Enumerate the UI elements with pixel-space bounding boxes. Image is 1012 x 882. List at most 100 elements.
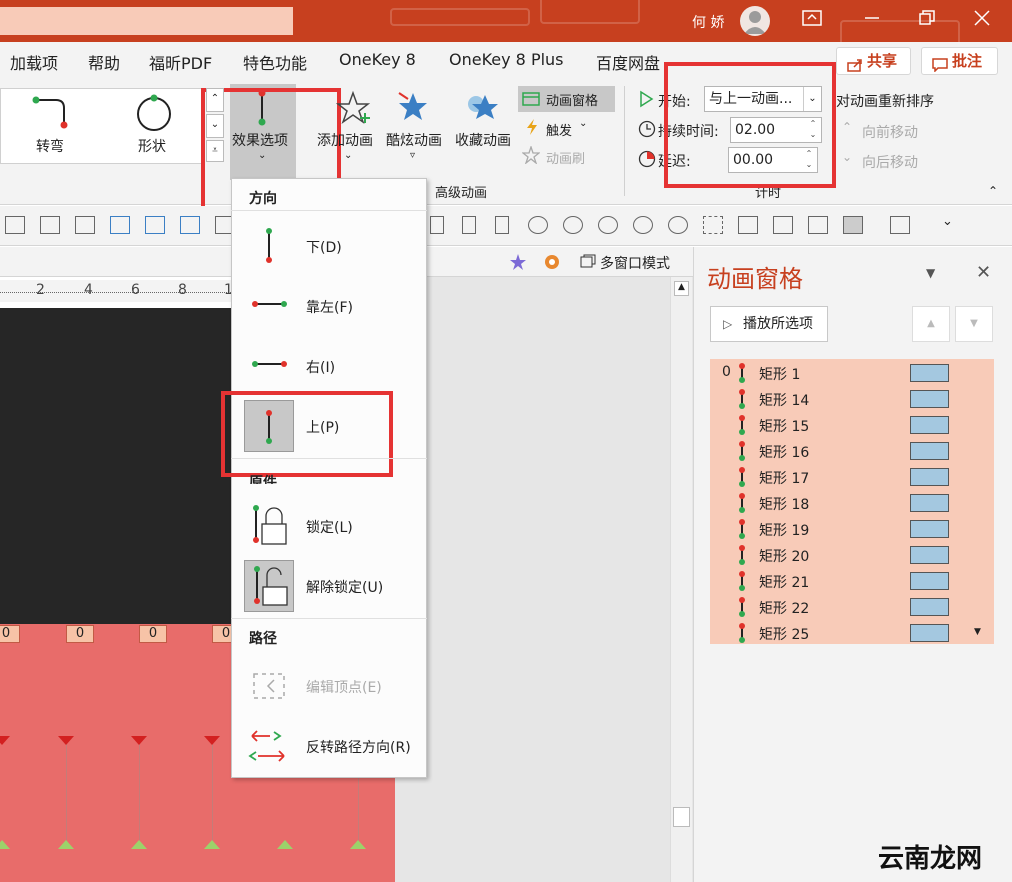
motion-tag[interactable]: 0 — [0, 625, 20, 643]
timeline-bar[interactable] — [910, 624, 949, 642]
crop-icon[interactable] — [703, 216, 723, 234]
direction-left-item[interactable]: 靠左(F) — [306, 297, 353, 317]
list-item[interactable]: 矩形 22 — [710, 594, 994, 620]
list-item[interactable]: 矩形 20 — [710, 542, 994, 568]
title-search-box[interactable] — [0, 7, 293, 35]
unlock-item[interactable]: 解除锁定(U) — [306, 577, 383, 597]
list-item[interactable]: 矩形 19 — [710, 516, 994, 542]
magic-icon[interactable] — [508, 252, 530, 272]
lock-item[interactable]: 锁定(L) — [306, 517, 353, 537]
timeline-bar[interactable] — [910, 442, 949, 460]
path-turn-icon[interactable] — [30, 94, 70, 138]
ribbon-display-icon[interactable] — [800, 10, 824, 32]
pane-close-icon[interactable]: ✕ — [976, 262, 991, 283]
lock-icon — [244, 500, 294, 552]
menu-baidu-disk[interactable]: 百度网盘 — [596, 50, 660, 74]
menu-addins[interactable]: 加载项 — [10, 50, 58, 74]
animation-list[interactable]: 0 矩形 1 矩形 14 矩形 15 矩形 16 矩形 17 矩形 18 矩形 1… — [710, 359, 994, 644]
group-icon[interactable] — [808, 216, 828, 234]
reverse-path-item[interactable]: 反转路径方向(R) — [306, 737, 411, 757]
fav-animation-icon[interactable] — [466, 90, 500, 128]
menu-onekey8-plus[interactable]: OneKey 8 Plus — [449, 50, 564, 69]
align-icon[interactable] — [40, 216, 60, 234]
timeline-bar[interactable] — [910, 494, 949, 512]
timeline-bar[interactable] — [910, 546, 949, 564]
list-item[interactable]: 矩形 21 — [710, 568, 994, 594]
group-icon[interactable] — [773, 216, 793, 234]
path-header: 路径 — [249, 631, 277, 647]
settings-icon[interactable] — [542, 252, 564, 272]
item-label: 矩形 22 — [759, 601, 810, 617]
move-later-button[interactable]: 向后移动 — [862, 152, 918, 172]
textbox-icon[interactable] — [145, 216, 165, 234]
avatar[interactable] — [740, 6, 770, 36]
list-item[interactable]: 矩形 25 — [710, 620, 994, 646]
distribute-icon[interactable] — [495, 216, 509, 234]
timeline-bar[interactable] — [910, 572, 949, 590]
scroll-up-icon[interactable]: ▲ — [674, 281, 689, 296]
item-label: 矩形 15 — [759, 419, 810, 435]
motion-tag[interactable]: 0 — [139, 625, 167, 643]
comment-button[interactable]: 批注 — [921, 47, 998, 75]
list-dropdown-icon[interactable]: ▼ — [974, 627, 981, 637]
merge-icon[interactable] — [598, 216, 618, 234]
motion-path-icon — [739, 597, 745, 617]
motion-tag[interactable]: 0 — [66, 625, 94, 643]
list-item[interactable]: 矩形 18 — [710, 490, 994, 516]
move-up-icon[interactable]: ▲ — [912, 306, 950, 342]
merge-icon[interactable] — [633, 216, 653, 234]
list-item[interactable]: 矩形 15 — [710, 412, 994, 438]
pane-menu-icon[interactable]: ▼ — [926, 266, 935, 280]
menu-help[interactable]: 帮助 — [88, 50, 120, 74]
anim-brush-icon — [521, 144, 541, 168]
resize-icon[interactable] — [738, 216, 758, 234]
timeline-bar[interactable] — [910, 598, 949, 616]
timeline-bar[interactable] — [910, 468, 949, 486]
textbox-icon[interactable] — [110, 216, 130, 234]
cool-animation-icon[interactable] — [396, 90, 430, 128]
shape-icon[interactable] — [180, 216, 200, 234]
align-icon[interactable] — [75, 216, 95, 234]
timeline-bar[interactable] — [910, 416, 949, 434]
list-item[interactable]: 矩形 14 — [710, 386, 994, 412]
direction-right-item[interactable]: 右(I) — [306, 357, 335, 377]
edit-points-item[interactable]: 编辑顶点(E) — [306, 677, 382, 697]
layer-icon[interactable] — [890, 216, 910, 234]
timeline-bar[interactable] — [910, 364, 949, 382]
path-start-marker — [204, 840, 220, 849]
list-item[interactable]: 矩形 17 — [710, 464, 994, 490]
add-animation-icon[interactable] — [335, 90, 371, 134]
share-button[interactable]: 共享 — [836, 47, 911, 75]
direction-down-item[interactable]: 下(D) — [306, 237, 342, 257]
menu-foxit-pdf[interactable]: 福昕PDF — [149, 50, 212, 74]
align-icon[interactable] — [5, 216, 25, 234]
distribute-icon[interactable] — [462, 216, 476, 234]
gallery-up-icon[interactable]: ⌃ — [206, 88, 224, 112]
layer-icon[interactable] — [843, 216, 863, 234]
play-selected-button[interactable]: ▷ 播放所选项 — [710, 306, 828, 342]
toolbar-more-icon[interactable]: ⌄ — [942, 214, 953, 229]
timeline-bar[interactable] — [910, 390, 949, 408]
collapse-ribbon-icon[interactable]: ⌃ — [988, 184, 998, 198]
timeline-bar[interactable] — [910, 520, 949, 538]
path-end-marker — [131, 736, 147, 745]
merge-icon[interactable] — [668, 216, 688, 234]
menu-special[interactable]: 特色功能 — [243, 50, 307, 74]
minimize-icon[interactable] — [860, 10, 884, 32]
close-icon[interactable] — [970, 10, 994, 32]
restore-icon[interactable] — [915, 10, 939, 32]
path-shape-icon[interactable] — [136, 94, 176, 138]
move-earlier-button[interactable]: 向前移动 — [862, 122, 918, 142]
anim-brush-button[interactable]: 动画刷 — [546, 148, 585, 167]
menu-onekey8[interactable]: OneKey 8 — [339, 50, 416, 69]
list-item[interactable]: 0 矩形 1 — [710, 360, 994, 386]
merge-icon[interactable] — [528, 216, 548, 234]
merge-icon[interactable] — [563, 216, 583, 234]
multi-window-button[interactable]: 多窗口模式 — [600, 253, 670, 273]
scroll-thumb[interactable] — [673, 807, 690, 827]
vertical-scrollbar[interactable]: ▲ — [670, 277, 692, 882]
list-item[interactable]: 矩形 16 — [710, 438, 994, 464]
trigger-button[interactable]: 触发 — [546, 120, 572, 139]
distribute-icon[interactable] — [430, 216, 444, 234]
move-down-icon[interactable]: ▼ — [955, 306, 993, 342]
